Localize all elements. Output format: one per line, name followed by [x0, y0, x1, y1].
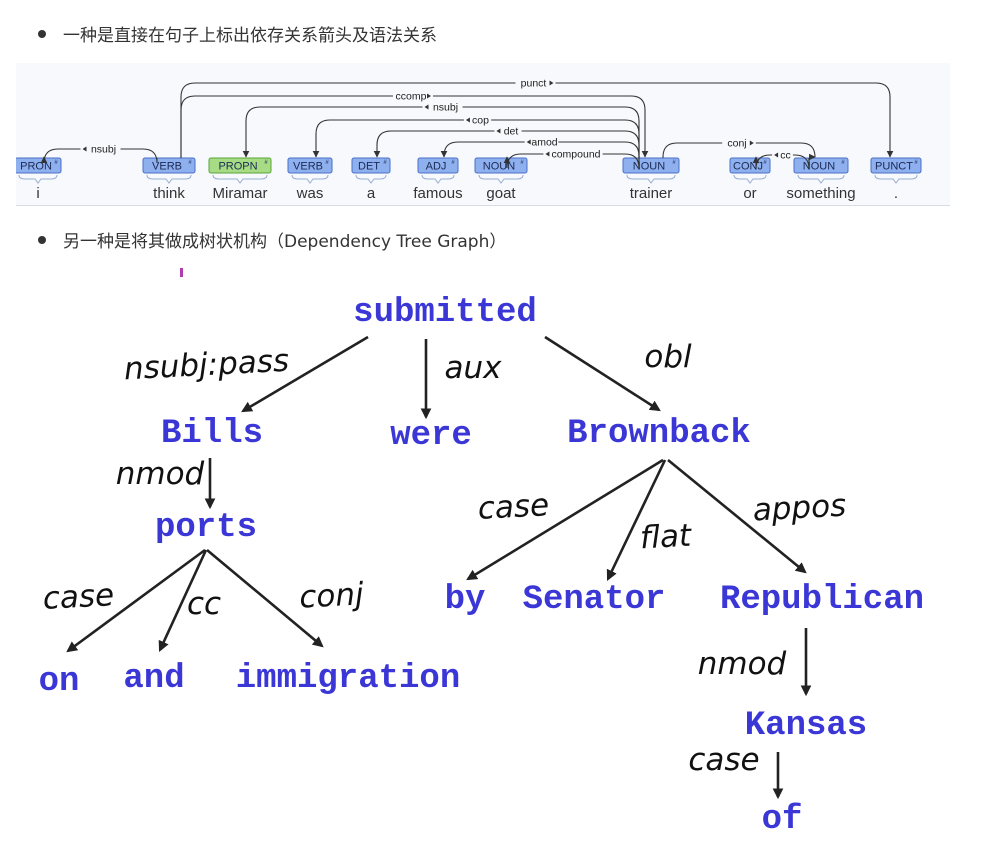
pos-tag-label: CONJ — [733, 161, 763, 173]
edge-label: conj — [298, 576, 364, 615]
tree-word-ports: ports — [155, 509, 257, 547]
token-was: VERB #was — [287, 157, 333, 202]
edge-case: case — [42, 548, 206, 653]
arc-label: ccomp — [396, 91, 427, 103]
arc-amod: amod — [440, 136, 640, 158]
arc-label: amod — [531, 137, 557, 149]
edge-label: cc — [187, 586, 221, 622]
tree-word-and: and — [123, 660, 184, 698]
bullet-dot-icon — [38, 29, 46, 38]
arc-label: nsubj — [433, 102, 458, 114]
token-miramar: PROPN #Miramar — [208, 157, 272, 202]
edge-label: case — [42, 577, 115, 617]
token-word: trainer — [630, 185, 673, 202]
edge-nmod: nmod — [116, 456, 216, 510]
tree-word-senator: Senator — [523, 581, 666, 619]
token-or: CONJ #or — [729, 157, 771, 202]
tree-word-by: by — [445, 581, 486, 619]
word-brace — [212, 174, 268, 184]
token-word: Miramar — [213, 185, 268, 202]
word-brace — [355, 174, 387, 184]
token-word: famous — [413, 185, 462, 202]
arc-label: cc — [780, 150, 791, 162]
edge-label: aux — [445, 350, 503, 386]
edge-obl: obl — [544, 335, 692, 412]
edge-label: nsubj:pass — [123, 343, 290, 388]
pos-tag-label: NOUN — [483, 161, 515, 173]
edge-label: nmod — [698, 646, 787, 682]
edge-nmod: nmod — [698, 628, 812, 697]
edge-appos: appos — [667, 458, 847, 574]
word-brace — [626, 174, 676, 184]
word-brace — [874, 174, 918, 184]
edge-label: nmod — [116, 456, 205, 492]
token-word: . — [894, 185, 898, 202]
word-brace — [421, 174, 455, 184]
edge-flat: flat — [606, 459, 694, 581]
token-word: a — [367, 185, 376, 202]
arc-label: compound — [551, 149, 600, 161]
arc-label: det — [504, 126, 519, 138]
word-brace — [291, 174, 329, 184]
edge-nsubj-pass: nsubj:pass — [123, 335, 369, 413]
word-brace — [478, 174, 524, 184]
pos-tag-label: VERB — [293, 161, 323, 173]
tree-word-kansas: Kansas — [745, 707, 867, 745]
word-brace — [18, 174, 58, 184]
token-word: or — [743, 185, 756, 202]
edge-label: obl — [644, 339, 692, 375]
token-word: i — [36, 185, 39, 202]
pos-tag-label: PROPN — [218, 161, 257, 173]
token-a: DET #a — [351, 157, 391, 202]
tree-word-immigration: immigration — [236, 660, 460, 698]
edge-arrow — [544, 335, 661, 412]
tree-word-submitted: submitted — [353, 294, 537, 332]
bullet-text: 另一种是将其做成树状机构（Dependency Tree Graph） — [63, 232, 507, 252]
token-word: something — [786, 185, 855, 202]
bullet-item-tree: 另一种是将其做成树状机构（Dependency Tree Graph） — [38, 227, 506, 252]
token-i: PRON #i — [16, 157, 62, 202]
token-famous: ADJ #famous — [413, 157, 463, 202]
dependency-tree-graph: nsubj:pass aux obl nmod case cc conj case flat ap… — [39, 268, 924, 839]
pos-tag-label: DET — [358, 161, 380, 173]
edge-aux: aux — [420, 339, 503, 420]
tree-word-bills: Bills — [161, 415, 263, 453]
arc-label: cop — [472, 115, 489, 127]
token-something: NOUN #something — [786, 157, 856, 202]
bullet-item-arrows: 一种是直接在句子上标出依存关系箭头及语法关系 — [38, 21, 437, 46]
tree-word-republican: Republican — [720, 581, 924, 619]
tree-word-brownback: Brownback — [567, 415, 751, 453]
arc-label: nsubj — [91, 144, 116, 156]
tree-word-of: of — [762, 801, 803, 839]
token-goat: NOUN #goat — [474, 157, 528, 202]
token-trainer: NOUN #trainer — [622, 157, 680, 202]
word-brace — [797, 174, 845, 184]
edge-label: flat — [639, 518, 694, 557]
bullet-dot-icon — [38, 235, 46, 244]
edge-label: appos — [752, 488, 847, 529]
token-think: VERB #think — [142, 157, 196, 202]
token-word: goat — [486, 185, 516, 202]
edge-label: case — [477, 487, 550, 527]
token-word: was — [296, 185, 324, 202]
pos-tag-label: PUNCT — [875, 161, 913, 173]
arc-label: conj — [727, 138, 746, 150]
word-brace — [733, 174, 767, 184]
edge-conj: conj — [206, 549, 365, 648]
edge-case: case — [466, 458, 664, 581]
pos-tag-label: PRON — [20, 161, 52, 173]
tree-word-on: on — [39, 663, 80, 701]
edge-cc: cc — [158, 549, 221, 652]
edge-label: case — [688, 742, 759, 778]
tree-word-were: were — [390, 417, 472, 455]
stray-mark — [180, 268, 183, 277]
edge-case: case — [688, 742, 784, 800]
pos-tag-label: ADJ — [426, 161, 447, 173]
bullet-text: 一种是直接在句子上标出依存关系箭头及语法关系 — [63, 26, 437, 46]
word-brace — [146, 174, 192, 184]
arc-label: punct — [521, 78, 547, 90]
dependency-arc-diagram: PRON #i VERB #think PROPN #Miramar VERB #was DET… — [16, 77, 922, 202]
token-dot: PUNCT #. — [870, 157, 922, 202]
token-word: think — [153, 185, 185, 202]
